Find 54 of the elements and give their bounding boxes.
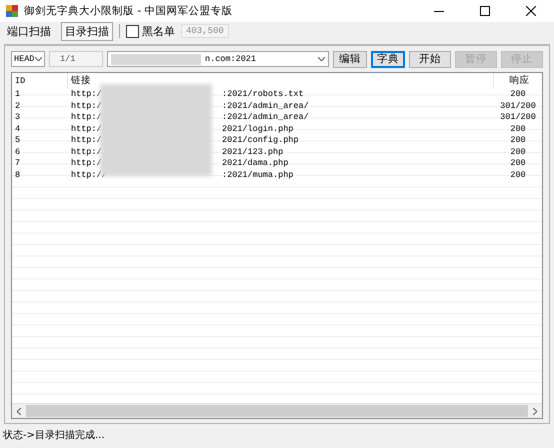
table-cell-text: 200	[509, 170, 527, 181]
maximize-icon	[480, 6, 490, 16]
toolbar-button[interactable]: 编辑	[333, 50, 367, 68]
table-cell-text: http://	[70, 170, 108, 181]
chevron-down-icon[interactable]	[35, 57, 42, 61]
status-text: 状态->目录扫描完成...	[2, 428, 106, 443]
table-cell-text: 6	[14, 146, 22, 158]
table-cell-text: 2021/config.php	[221, 135, 299, 146]
table-cell-text: http:/	[70, 158, 103, 170]
table-cell-text: 200	[509, 158, 527, 170]
table-cell-text: 8	[14, 170, 22, 181]
minimize-icon	[434, 10, 444, 12]
column-header[interactable]: 响应	[494, 73, 542, 89]
toolbar-button[interactable]: 字典	[371, 50, 405, 68]
table-cell-text: 5	[14, 135, 22, 146]
chevron-down-icon[interactable]	[318, 57, 325, 61]
table-cell-text: http:/	[70, 112, 103, 124]
table-cell-text: 2	[14, 100, 22, 112]
close-icon	[526, 6, 536, 16]
table-cell-text: http:/	[70, 89, 103, 100]
tab[interactable]: 端口扫描	[3, 22, 55, 40]
table-cell-text: http:/	[70, 135, 103, 146]
counter-field: 1/1	[49, 51, 103, 67]
table-cell-text: :2021/admin_area/	[221, 112, 309, 124]
table-cell-text: :2021/admin_area/	[221, 100, 309, 112]
table-cell-text: http:/	[70, 146, 103, 158]
table-cell-text: 7	[14, 158, 22, 170]
table-cell-text: http:/	[70, 100, 103, 112]
table-cell-text: 200	[509, 89, 527, 100]
table-cell-text: 4	[14, 124, 22, 135]
toolbar-button[interactable]: 开始	[409, 50, 451, 68]
table-cell-text: :2021/robots.txt	[221, 89, 304, 100]
table-cell-text: 301/200	[499, 100, 537, 112]
url-dropdown[interactable]: n.com:2021	[107, 51, 329, 67]
checkbox[interactable]	[126, 24, 139, 38]
scroll-left-icon[interactable]	[17, 408, 21, 414]
table-cell-text: 2021/dama.php	[221, 158, 288, 170]
table-cell-text: 200	[509, 146, 527, 158]
app-icon	[6, 5, 18, 17]
scroll-right-icon[interactable]	[533, 408, 537, 414]
tab[interactable]: 目录扫描	[61, 22, 113, 40]
table-cell-text: 3	[14, 112, 22, 124]
checkbox-label: 黑名单	[142, 24, 175, 38]
table-cell-text: 200	[509, 135, 527, 146]
table-cell-text: 2021/123.php	[221, 146, 284, 158]
method-dropdown[interactable]: HEAD	[11, 51, 45, 67]
column-header[interactable]: ID	[12, 73, 68, 89]
table-cell-text: 200	[509, 124, 527, 135]
table-cell-text: 1	[14, 89, 22, 100]
table-cell-text: http:/	[70, 124, 103, 135]
window-title: 御剑无字典大小限制版 - 中国网军公盟专版	[24, 4, 232, 18]
table-cell-text: 2021/login.php	[221, 124, 294, 135]
table-cell-text: :2021/muma.php	[221, 170, 294, 181]
table-cell-text: 301/200	[499, 112, 537, 124]
